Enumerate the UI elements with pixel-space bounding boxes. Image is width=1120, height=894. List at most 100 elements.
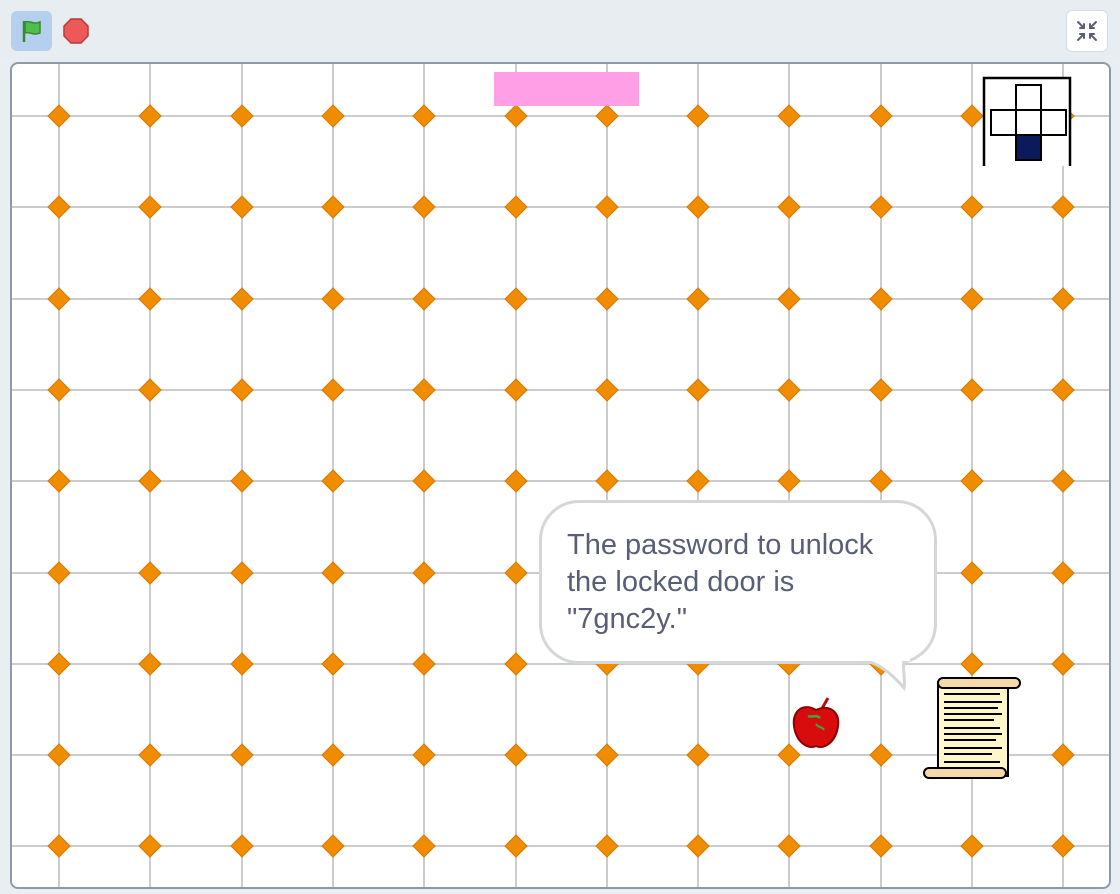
floor-diamond xyxy=(595,287,619,311)
floor-diamond xyxy=(412,287,436,311)
floor-diamond xyxy=(230,834,254,858)
floor-diamond xyxy=(47,104,71,128)
floor-diamond xyxy=(412,561,436,585)
green-flag-button[interactable] xyxy=(11,11,52,51)
floor-diamond xyxy=(1051,469,1075,493)
floor-diamond xyxy=(47,378,71,402)
exit-fullscreen-icon xyxy=(1077,21,1097,41)
floor-diamond xyxy=(960,652,984,676)
floor-diamond xyxy=(321,195,345,219)
stop-button[interactable] xyxy=(56,11,96,51)
floor-diamond xyxy=(230,561,254,585)
floor-diamond xyxy=(960,834,984,858)
floor-diamond xyxy=(686,834,710,858)
stop-sign-icon xyxy=(63,18,89,44)
floor-diamond xyxy=(504,287,528,311)
floor-diamond xyxy=(1051,743,1075,767)
floor-diamond xyxy=(1051,195,1075,219)
floor-diamond xyxy=(412,195,436,219)
floor-diamond xyxy=(960,104,984,128)
floor-diamond xyxy=(686,104,710,128)
paper-scroll-sprite[interactable] xyxy=(922,676,1022,780)
red-apple-sprite[interactable] xyxy=(790,696,842,752)
floor-diamond xyxy=(1051,287,1075,311)
floor-diamond xyxy=(321,561,345,585)
floor-diamond xyxy=(595,834,619,858)
floor-diamond xyxy=(138,834,162,858)
floor-diamond xyxy=(595,743,619,767)
floor-diamond xyxy=(138,104,162,128)
floor-diamond xyxy=(138,378,162,402)
floor-diamond xyxy=(138,287,162,311)
floor-diamond xyxy=(138,195,162,219)
floor-diamond xyxy=(321,834,345,858)
floor-diamond xyxy=(504,834,528,858)
floor-diamond xyxy=(960,378,984,402)
floor-diamond xyxy=(504,378,528,402)
stage-toolbar xyxy=(0,0,1120,60)
floor-diamond xyxy=(1051,652,1075,676)
floor-diamond xyxy=(686,287,710,311)
floor-diamond xyxy=(869,287,893,311)
floor-diamond xyxy=(777,287,801,311)
floor-diamond xyxy=(869,834,893,858)
floor-diamond xyxy=(777,469,801,493)
floor-diamond xyxy=(47,743,71,767)
floor-diamond xyxy=(595,378,619,402)
floor-diamond xyxy=(412,834,436,858)
floor-diamond xyxy=(777,378,801,402)
floor-diamond xyxy=(230,287,254,311)
floor-diamond xyxy=(321,287,345,311)
game-stage[interactable]: The password to unlock the locked door i… xyxy=(10,62,1111,889)
floor-diamond xyxy=(47,652,71,676)
floor-diamond xyxy=(138,743,162,767)
floor-diamond xyxy=(504,743,528,767)
floor-diamond xyxy=(960,195,984,219)
floor-diamond xyxy=(230,652,254,676)
floor-diamond xyxy=(686,743,710,767)
floor-diamond xyxy=(138,469,162,493)
speech-bubble-text: The password to unlock the locked door i… xyxy=(567,529,874,635)
pink-status-bar xyxy=(494,72,639,106)
floor-diamond xyxy=(686,195,710,219)
floor-diamond xyxy=(1051,378,1075,402)
floor-diamond xyxy=(47,287,71,311)
floor-diamond xyxy=(686,469,710,493)
floor-diamond xyxy=(686,378,710,402)
floor-diamond xyxy=(321,104,345,128)
floor-diamond xyxy=(412,378,436,402)
floor-diamond xyxy=(504,652,528,676)
floor-diamond xyxy=(47,834,71,858)
floor-diamond xyxy=(1051,561,1075,585)
speech-bubble: The password to unlock the locked door i… xyxy=(539,500,937,664)
room-minimap xyxy=(982,76,1072,166)
floor-diamond xyxy=(230,378,254,402)
floor-diamond xyxy=(595,469,619,493)
floor-diamond xyxy=(504,195,528,219)
floor-diamond xyxy=(595,104,619,128)
floor-diamond xyxy=(504,561,528,585)
floor-diamond xyxy=(869,469,893,493)
floor-diamond xyxy=(230,195,254,219)
floor-diamond xyxy=(321,743,345,767)
speech-bubble-tail xyxy=(860,658,910,692)
floor-diamond xyxy=(230,743,254,767)
floor-diamond xyxy=(504,104,528,128)
floor-diamond xyxy=(777,104,801,128)
floor-diamond xyxy=(47,469,71,493)
floor-diamond xyxy=(321,378,345,402)
floor-diamond xyxy=(869,743,893,767)
floor-diamond xyxy=(412,652,436,676)
floor-diamond xyxy=(1051,834,1075,858)
floor-diamond xyxy=(960,469,984,493)
floor-diamond xyxy=(412,469,436,493)
floor-diamond xyxy=(321,652,345,676)
floor-diamond xyxy=(138,652,162,676)
floor-diamond xyxy=(412,743,436,767)
floor-diamond xyxy=(869,195,893,219)
floor-diamond xyxy=(47,195,71,219)
floor-diamond xyxy=(504,469,528,493)
floor-diamond xyxy=(869,104,893,128)
exit-fullscreen-button[interactable] xyxy=(1066,10,1108,52)
floor-diamond xyxy=(230,469,254,493)
